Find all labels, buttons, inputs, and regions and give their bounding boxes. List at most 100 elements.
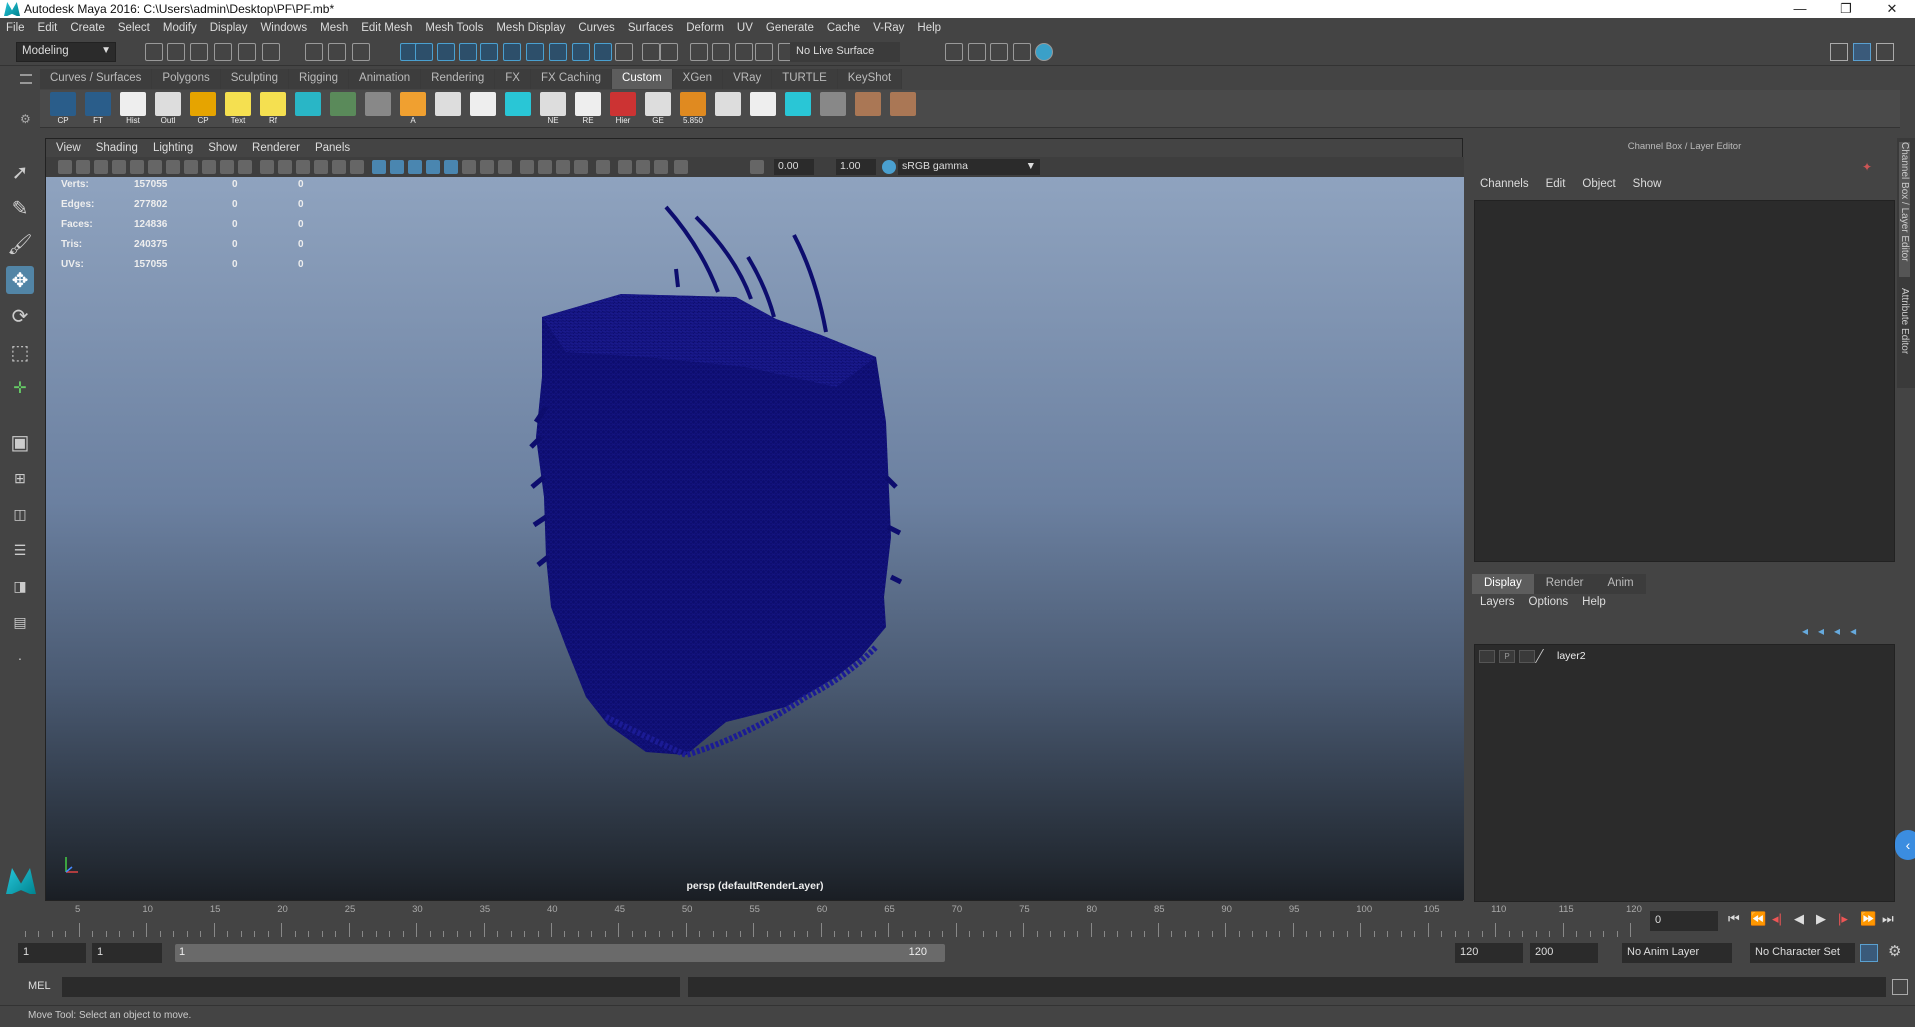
shelf-tab-polygons[interactable]: Polygons (152, 69, 221, 89)
viewport-toolbar-icon[interactable] (596, 160, 610, 174)
start-time-field[interactable]: 1 (18, 943, 86, 963)
shelf-tab-vray[interactable]: VRay (723, 69, 773, 89)
lasso-tool-icon[interactable]: ✎ (6, 194, 34, 222)
viewport-toolbar-icon[interactable] (184, 160, 198, 174)
status-line-tool-icon[interactable] (1035, 43, 1053, 61)
viewport-toolbar-icon[interactable] (166, 160, 180, 174)
status-line-tool-icon[interactable] (615, 43, 633, 61)
paint-select-icon[interactable]: 🖌 (6, 230, 34, 258)
panel-layout-icon[interactable] (1830, 43, 1848, 61)
menu-mesh-display[interactable]: Mesh Display (496, 22, 565, 34)
graph-layout-icon[interactable]: ◨ (6, 572, 34, 600)
shelf-button[interactable] (783, 92, 813, 126)
shelf-tab-animation[interactable]: Animation (349, 69, 422, 89)
end-time-field[interactable]: 200 (1530, 943, 1598, 963)
menu-cache[interactable]: Cache (827, 22, 860, 34)
viewport-toolbar-icon[interactable] (636, 160, 650, 174)
viewport-toolbar-icon[interactable] (94, 160, 108, 174)
shelf-button[interactable]: 5.850 (678, 92, 708, 126)
near-clip-field[interactable]: 0.00 (774, 159, 814, 175)
viewport-toolbar-icon[interactable] (444, 160, 458, 174)
go-to-end-icon[interactable]: ⏭ (1882, 911, 1894, 927)
shelf-button[interactable] (433, 92, 463, 126)
mel-input[interactable] (62, 977, 680, 997)
gear-icon[interactable]: ⚙ (20, 112, 31, 126)
viewport-toolbar-icon[interactable] (296, 160, 310, 174)
shelf-button[interactable]: NE (538, 92, 568, 126)
layer-display-type-toggle[interactable] (1519, 650, 1535, 663)
menu-v-ray[interactable]: V-Ray (873, 22, 904, 34)
channel-box-menu-show[interactable]: Show (1633, 178, 1662, 196)
layer-tab-display[interactable]: Display (1472, 574, 1534, 594)
step-back-key-icon[interactable]: ⏪ (1750, 911, 1766, 927)
viewport-toolbar-icon[interactable] (408, 160, 422, 174)
preferences-icon[interactable]: ⚙ (1888, 942, 1901, 960)
range-slider[interactable]: 1 120 (175, 944, 945, 962)
go-to-start-icon[interactable]: ⏮ (1728, 911, 1740, 927)
shelf-tab-fx[interactable]: FX (495, 69, 531, 89)
viewport-menu-view[interactable]: View (56, 142, 81, 154)
viewport-toolbar-icon[interactable] (480, 160, 494, 174)
shelf-tab-custom[interactable]: Custom (612, 69, 673, 89)
move-tool-icon[interactable]: ✥ (6, 266, 34, 294)
status-line-tool-icon[interactable] (145, 43, 163, 61)
status-line-tool-icon[interactable] (968, 43, 986, 61)
shelf-button[interactable]: CP (48, 92, 78, 126)
shelf-tab-sculpting[interactable]: Sculpting (220, 69, 290, 89)
menu-windows[interactable]: Windows (260, 22, 307, 34)
menu-deform[interactable]: Deform (686, 22, 724, 34)
shelf-button[interactable] (888, 92, 918, 126)
shelf-menu-icon[interactable] (20, 74, 32, 84)
viewport-toolbar-icon[interactable] (520, 160, 534, 174)
scale-tool-icon[interactable]: ⬚ (6, 338, 34, 366)
play-forward-icon[interactable]: ▶ (1816, 911, 1826, 927)
channel-box-body[interactable] (1474, 200, 1895, 562)
viewport-toolbar-icon[interactable] (238, 160, 252, 174)
prev-key-icon[interactable]: ◂| (1772, 911, 1782, 927)
viewport-menu-shading[interactable]: Shading (96, 142, 138, 154)
menu-uv[interactable]: UV (737, 22, 753, 34)
color-management-icon[interactable] (882, 160, 896, 174)
layer-tab-render[interactable]: Render (1533, 574, 1596, 594)
select-tool-icon[interactable]: ➚ (6, 158, 34, 186)
hypershade-layout-icon[interactable]: ▤ (6, 608, 34, 636)
menu-surfaces[interactable]: Surfaces (628, 22, 673, 34)
viewport-menu-renderer[interactable]: Renderer (252, 142, 300, 154)
layer-color-swatch[interactable] (1534, 649, 1556, 663)
viewport-toolbar-icon[interactable] (332, 160, 346, 174)
shelf-button[interactable] (818, 92, 848, 126)
anim-layer-dropdown[interactable]: No Anim Layer (1622, 943, 1732, 963)
auto-key-icon[interactable] (1860, 944, 1878, 962)
layer-row[interactable]: Player2 (1479, 649, 1889, 665)
shelf-button[interactable]: GE (643, 92, 673, 126)
shelf-button[interactable]: CP (188, 92, 218, 126)
menu-mesh[interactable]: Mesh (320, 22, 348, 34)
status-line-tool-icon[interactable] (262, 43, 280, 61)
side-tab-channel-box[interactable]: Channel Box / Layer Editor (1899, 142, 1910, 277)
menu-modify[interactable]: Modify (163, 22, 197, 34)
viewport-toolbar-icon[interactable] (350, 160, 364, 174)
shelf-button[interactable] (468, 92, 498, 126)
viewport-toolbar-icon[interactable] (314, 160, 328, 174)
axis-icon[interactable]: ✦ (1862, 160, 1872, 174)
status-line-tool-icon[interactable] (437, 43, 455, 61)
four-pane-layout-icon[interactable]: ⊞ (6, 464, 34, 492)
menu-edit-mesh[interactable]: Edit Mesh (361, 22, 412, 34)
layer-list[interactable]: Player2 (1474, 644, 1895, 902)
viewport-toolbar-icon[interactable] (462, 160, 476, 174)
viewport-toolbar-icon[interactable] (538, 160, 552, 174)
shelf-tab-fx-caching[interactable]: FX Caching (530, 69, 613, 89)
viewport-toolbar-icon[interactable] (112, 160, 126, 174)
status-line-tool-icon[interactable] (415, 43, 433, 61)
play-back-icon[interactable]: ◀ (1794, 911, 1804, 927)
maximize-button[interactable]: ❐ (1823, 0, 1869, 18)
menu-mesh-tools[interactable]: Mesh Tools (425, 22, 483, 34)
status-line-tool-icon[interactable] (990, 43, 1008, 61)
menu-edit[interactable]: Edit (38, 22, 58, 34)
layer-name[interactable]: layer2 (1557, 650, 1586, 662)
viewport-toolbar-icon[interactable] (58, 160, 72, 174)
status-line-tool-icon[interactable] (594, 43, 612, 61)
mode-selector[interactable]: Modeling ▼ (16, 42, 116, 62)
shelf-button[interactable]: RE (573, 92, 603, 126)
channel-box-icons[interactable]: ✦ (1862, 160, 1876, 174)
